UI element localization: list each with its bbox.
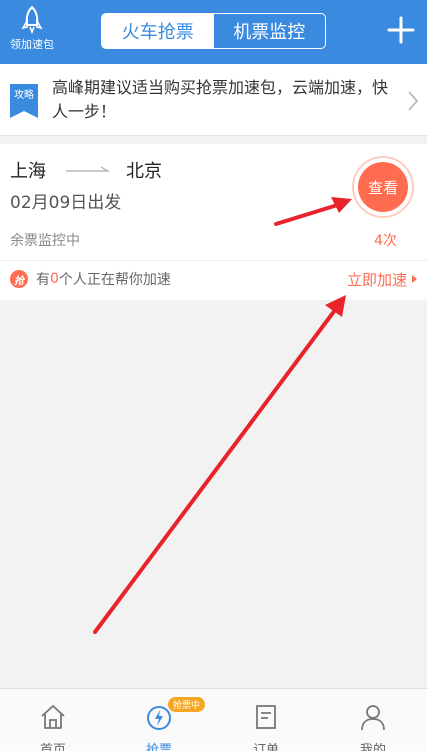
caret-right-icon	[412, 275, 417, 283]
arrow-to-speedup-button	[93, 295, 346, 634]
guide-badge-text: 攻略	[14, 90, 34, 101]
attempt-count: 4次	[374, 233, 397, 249]
tab-orders[interactable]: 订单	[213, 689, 319, 751]
to-station: 北京	[126, 161, 162, 182]
speedup-now-button[interactable]: 立即加速	[347, 266, 417, 292]
tab-home[interactable]: 首页	[0, 689, 106, 751]
view-button[interactable]: 查看	[352, 156, 414, 218]
speedup-pack-button[interactable]: 领加速包	[4, 6, 60, 56]
tab-profile-label: 我的	[359, 743, 386, 751]
tab-grab-tickets-label: 抢票	[145, 743, 172, 751]
grab-ticket-order-card[interactable]: 上海 北京 02月09日出发 余票监控中 查看 4次 抢 有 0 个人正在帮你加…	[0, 144, 427, 300]
person-icon	[361, 705, 385, 731]
mode-switch: 火车抢票 机票监控	[101, 13, 326, 49]
guide-badge: 攻略	[10, 84, 38, 118]
rocket-icon	[21, 6, 43, 34]
helper-count: 0	[50, 271, 59, 287]
tip-message: 高峰期建议适当购买抢票加速包，云端加速，快人一步！	[52, 78, 389, 121]
speedup-now-label: 立即加速	[346, 270, 407, 289]
grabbing-badge: 抢票中	[168, 697, 206, 712]
helper-suffix: 个人正在帮你加速	[58, 272, 171, 288]
chevron-right-icon	[408, 91, 419, 111]
tab-home-label: 首页	[39, 743, 66, 751]
departure-date: 02月09日出发	[10, 193, 122, 213]
grab-ticket-icon: 抢	[10, 270, 28, 288]
add-icon[interactable]	[387, 16, 415, 44]
tab-flight-monitor[interactable]: 机票监控	[214, 14, 326, 48]
view-button-label: 查看	[358, 162, 408, 212]
tab-train-tickets[interactable]: 火车抢票	[102, 14, 214, 48]
tip-banner[interactable]: 攻略 高峰期建议适当购买抢票加速包，云端加速，快人一步！	[0, 64, 427, 136]
route-arrow-icon	[66, 166, 110, 172]
top-header: 领加速包 火车抢票 机票监控	[0, 0, 427, 64]
bottom-tab-bar: 首页 抢票 抢票中 订单 我的	[0, 688, 427, 751]
helper-prefix: 有	[36, 272, 50, 288]
tab-grab-tickets[interactable]: 抢票 抢票中	[106, 689, 212, 751]
from-station: 上海	[10, 161, 46, 182]
home-icon	[41, 705, 65, 729]
tab-profile[interactable]: 我的	[320, 689, 426, 751]
tab-orders-label: 订单	[252, 743, 279, 751]
helper-info: 抢 有 0 个人正在帮你加速	[10, 266, 171, 292]
speedup-pack-label: 领加速包	[10, 38, 54, 51]
monitor-status: 余票监控中	[10, 233, 80, 249]
divider	[0, 260, 427, 261]
route: 上海 北京	[10, 157, 162, 183]
order-icon	[256, 705, 276, 729]
